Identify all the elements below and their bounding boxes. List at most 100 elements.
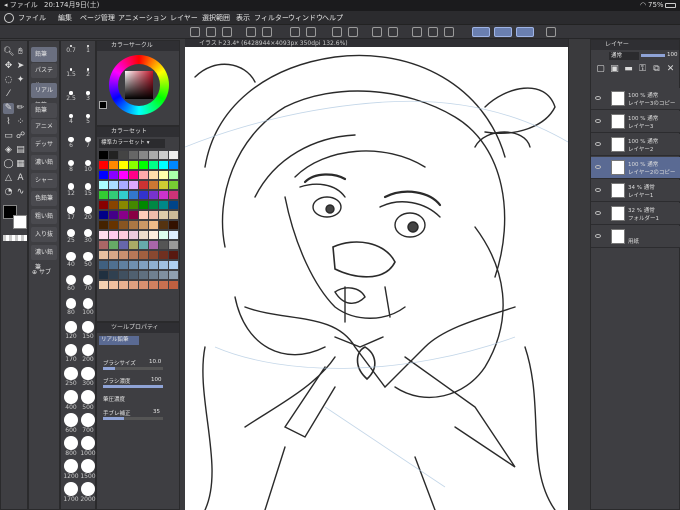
visibility-eye-icon[interactable] [595, 119, 601, 123]
brush-size-preset[interactable]: 25 [63, 229, 79, 244]
fill-tool-icon[interactable]: ◈ [3, 145, 14, 156]
color-swatch[interactable] [139, 211, 148, 219]
color-swatch[interactable] [129, 211, 138, 219]
color-swatch[interactable] [139, 261, 148, 269]
color-swatch[interactable] [149, 171, 158, 179]
color-swatch[interactable] [159, 201, 168, 209]
open-icon[interactable] [206, 27, 216, 37]
menu-window[interactable]: ウィンドウ [288, 11, 323, 25]
color-swatch[interactable] [159, 251, 168, 259]
color-swatch[interactable] [139, 251, 148, 259]
transform-icon[interactable] [306, 27, 316, 37]
menu-filter[interactable]: フィルター [254, 11, 289, 25]
fill-icon[interactable] [348, 27, 358, 37]
color-swatch[interactable] [169, 171, 178, 179]
brush-size-preset[interactable]: 5 [80, 114, 96, 125]
color-swatch[interactable] [149, 261, 158, 269]
color-set-dropdown[interactable]: 標準カラーセット ▾ [99, 139, 165, 148]
color-swatch[interactable] [139, 151, 148, 159]
brush-size-preset[interactable]: 1 [80, 45, 96, 54]
brush-density-slider[interactable] [103, 385, 163, 388]
subtool-10[interactable]: 入り抜き [31, 227, 57, 253]
lock-icon[interactable]: ⚿ [637, 64, 648, 75]
color-swatch[interactable] [109, 281, 118, 289]
subtool-9[interactable]: 粗い鉛筆 [31, 209, 57, 235]
wand-icon[interactable]: ✦ [15, 75, 26, 86]
color-swatch[interactable] [159, 211, 168, 219]
subtool-8[interactable]: 色鉛筆 [31, 191, 57, 206]
color-swatch[interactable] [169, 211, 178, 219]
color-swatch[interactable] [109, 271, 118, 279]
color-swatch[interactable] [119, 231, 128, 239]
color-swatch[interactable] [159, 151, 168, 159]
color-swatch[interactable] [159, 271, 168, 279]
brush-size-preset[interactable]: 1200 [63, 459, 79, 480]
menu-edit[interactable]: 編集 [58, 11, 72, 25]
brush-size-preset[interactable]: 200 [80, 344, 96, 363]
color-swatch[interactable] [159, 261, 168, 269]
color-swatch[interactable] [129, 191, 138, 199]
save-icon[interactable] [222, 27, 232, 37]
frame-icon[interactable]: ▦ [15, 159, 26, 170]
menu-page[interactable]: ページ管理 [80, 11, 115, 25]
color-swatch[interactable] [119, 171, 128, 179]
color-swatch[interactable] [169, 231, 178, 239]
color-swatch[interactable] [139, 271, 148, 279]
subtool-footer[interactable]: ⊕ サブ [32, 267, 51, 276]
back-to-files[interactable]: ◂ ファイル [4, 0, 38, 11]
color-swatch[interactable] [119, 181, 128, 189]
color-swatch[interactable] [109, 161, 118, 169]
menu-file[interactable]: ファイル [18, 11, 46, 25]
brush-size-preset[interactable]: 10 [80, 160, 96, 173]
brush-size-preset[interactable]: 15 [80, 183, 96, 197]
color-swatch[interactable] [149, 271, 158, 279]
color-swatch[interactable] [109, 231, 118, 239]
color-swatch[interactable] [119, 151, 128, 159]
color-swatch[interactable] [129, 171, 138, 179]
airbrush-icon[interactable]: ⁘ [15, 117, 26, 128]
color-swatch[interactable] [139, 221, 148, 229]
color-swatch[interactable] [109, 211, 118, 219]
zoom-icon[interactable]: 🔍︎ [3, 47, 14, 58]
brush-size-preset[interactable]: 800 [63, 436, 79, 457]
undo-icon[interactable] [246, 27, 256, 37]
stabilizer-1-icon[interactable] [472, 27, 490, 37]
brush-size-preset[interactable]: 0.7 [63, 45, 79, 54]
brush-size-preset[interactable]: 500 [80, 390, 96, 411]
brush-size-preset[interactable]: 120 [63, 321, 79, 340]
color-swatch[interactable] [129, 221, 138, 229]
layer-row[interactable]: 100 % 通常 レイヤー3のコピー [591, 88, 680, 110]
color-swatch[interactable] [99, 251, 108, 259]
menu-help[interactable]: ヘルプ [322, 11, 343, 25]
visibility-eye-icon[interactable] [595, 96, 601, 100]
color-swatch[interactable] [139, 231, 148, 239]
color-swatch[interactable] [169, 261, 178, 269]
brush-size-slider[interactable] [103, 367, 163, 370]
brush-size-preset[interactable]: 2.5 [63, 91, 79, 102]
trash-icon[interactable]: ✕ [665, 64, 676, 75]
layer-row[interactable]: 100 % 通常 レイヤー2のコピー [591, 157, 680, 179]
grid-icon[interactable] [412, 27, 422, 37]
color-swatch[interactable] [149, 241, 158, 249]
color-swatch[interactable] [99, 151, 108, 159]
brush-size-preset[interactable]: 60 [63, 275, 79, 292]
color-swatch[interactable] [99, 191, 108, 199]
clear-icon[interactable] [290, 27, 300, 37]
color-swatch[interactable] [119, 251, 128, 259]
subtool-3[interactable]: 鉛筆 [31, 103, 57, 118]
color-swatch[interactable] [129, 161, 138, 169]
color-swatch[interactable] [159, 191, 168, 199]
color-swatch[interactable] [159, 231, 168, 239]
color-swatch[interactable] [149, 211, 158, 219]
hand-icon[interactable]: ✋︎ [15, 47, 26, 58]
color-swatch[interactable] [139, 181, 148, 189]
subtool-2[interactable]: リアル鉛筆 [31, 83, 57, 109]
transparent-color-swatch[interactable] [3, 235, 27, 241]
color-swatch[interactable] [119, 271, 128, 279]
pen-icon[interactable]: ✎ [3, 103, 14, 114]
menu-view[interactable]: 表示 [236, 11, 250, 25]
new-icon[interactable] [190, 27, 200, 37]
color-swatch[interactable] [129, 271, 138, 279]
color-swatch[interactable] [159, 241, 168, 249]
color-swatch[interactable] [129, 281, 138, 289]
